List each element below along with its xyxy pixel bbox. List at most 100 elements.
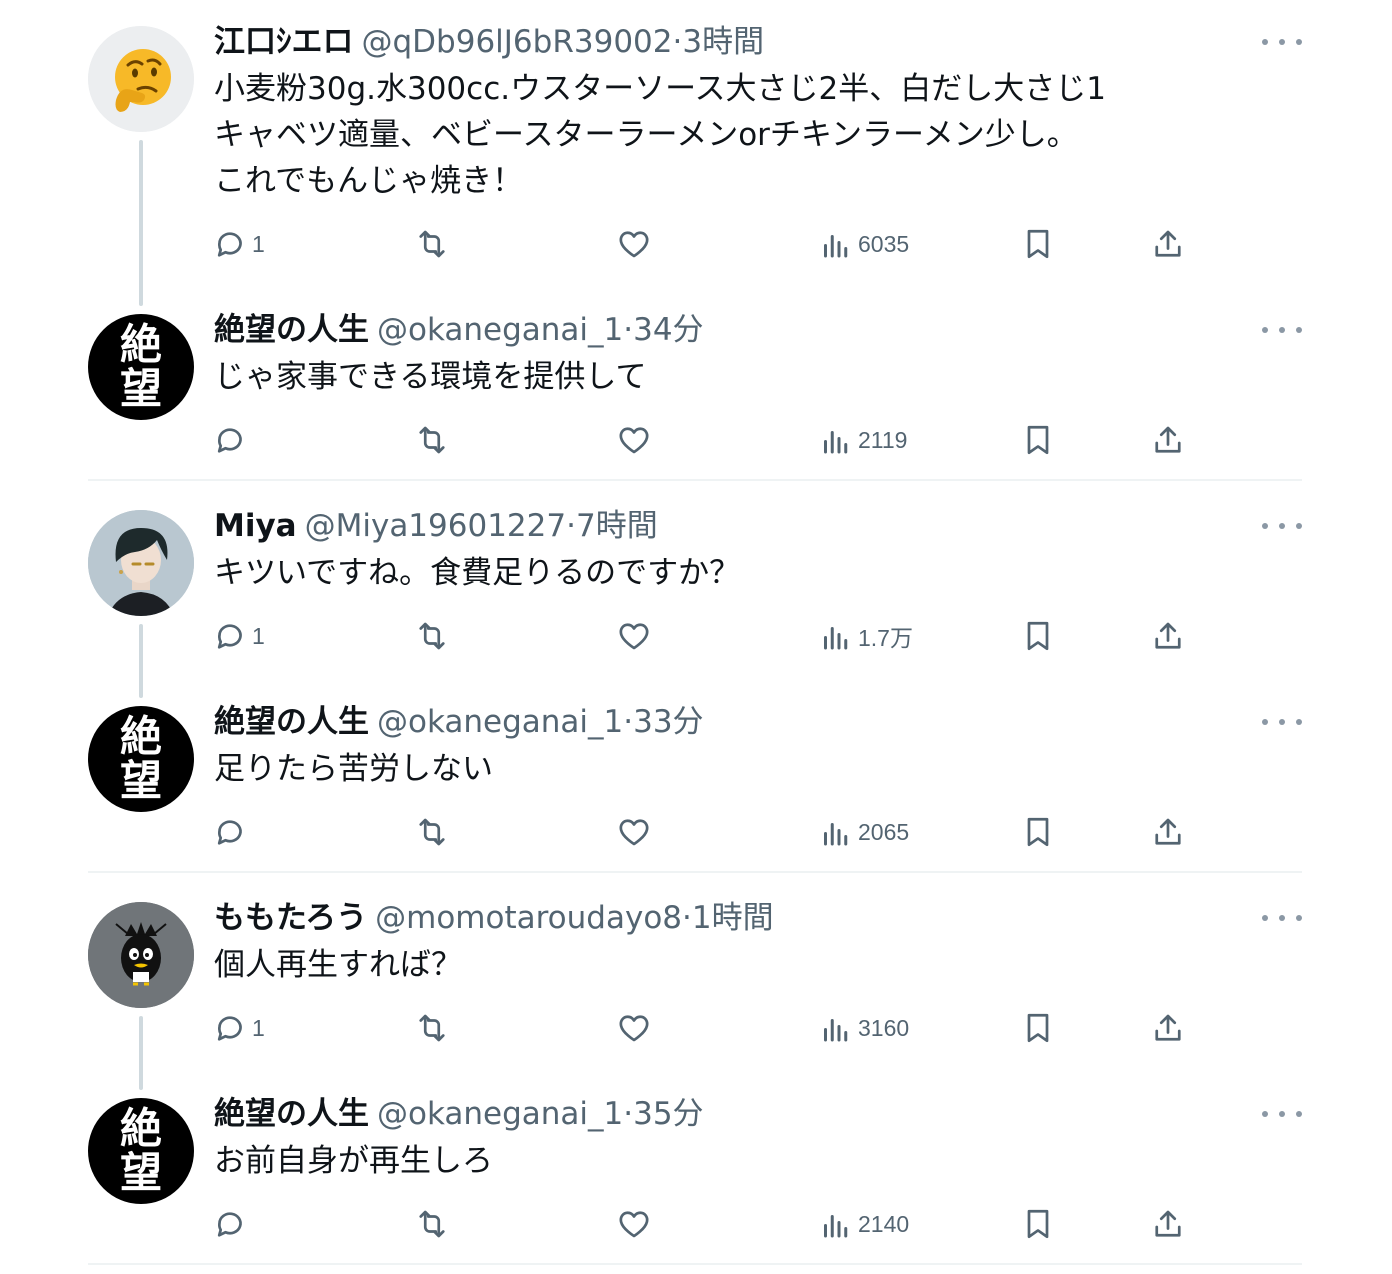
avatar[interactable]: 絶望: [88, 706, 194, 812]
display-name[interactable]: 絶望の人生: [214, 704, 369, 740]
user-handle[interactable]: @okaneganai_1: [377, 1096, 623, 1132]
bookmark-icon: [1027, 621, 1049, 651]
bookmark-button[interactable]: [1020, 1006, 1056, 1050]
action-bar: 1 6035: [0, 222, 1392, 266]
like-button[interactable]: [616, 222, 652, 266]
timestamp[interactable]: 34分: [633, 312, 703, 348]
timestamp[interactable]: 33分: [633, 704, 703, 740]
bookmark-button[interactable]: [1020, 418, 1056, 462]
timestamp[interactable]: 7時間: [576, 508, 658, 544]
separator: ·: [672, 24, 683, 60]
views-icon: [824, 235, 848, 258]
views-button[interactable]: 2140: [818, 1202, 909, 1246]
share-button[interactable]: [1150, 1202, 1186, 1246]
display-name[interactable]: 江口ｼエロ: [214, 24, 354, 60]
more-icon[interactable]: [1262, 904, 1302, 932]
conversation-divider: [88, 871, 1302, 873]
like-button[interactable]: [616, 810, 652, 854]
avatar[interactable]: [88, 902, 194, 1008]
reply-icon: [217, 1212, 242, 1237]
user-handle[interactable]: @okaneganai_1: [377, 704, 623, 740]
reply-icon: [217, 820, 242, 845]
tweet-text-line: 個人再生すれば？: [214, 947, 462, 983]
retweet-button[interactable]: [414, 810, 450, 854]
display-name[interactable]: Miya: [214, 508, 297, 544]
avatar[interactable]: [88, 510, 194, 616]
retweet-icon: [419, 818, 445, 846]
avatar[interactable]: [88, 26, 194, 132]
more-icon[interactable]: [1262, 28, 1302, 56]
view-count: 2119: [858, 426, 908, 453]
reply-button[interactable]: [212, 418, 252, 462]
like-button[interactable]: [616, 614, 652, 658]
more-icon[interactable]: [1262, 512, 1302, 540]
views-button[interactable]: 2119: [818, 418, 907, 462]
share-button[interactable]: [1150, 1006, 1186, 1050]
avatar-image: 絶望: [88, 314, 194, 420]
share-button[interactable]: [1150, 418, 1186, 462]
reply-button[interactable]: [212, 810, 252, 854]
reply-button[interactable]: 1: [212, 614, 265, 658]
reply-button[interactable]: [212, 1202, 252, 1246]
bookmark-button[interactable]: [1020, 614, 1056, 658]
display-name[interactable]: 絶望の人生: [214, 1096, 369, 1132]
user-handle[interactable]: @Miya19601227: [305, 508, 567, 544]
bookmark-icon: [1027, 1013, 1049, 1043]
retweet-button[interactable]: [414, 418, 450, 462]
more-icon[interactable]: [1262, 316, 1302, 344]
retweet-button[interactable]: [414, 614, 450, 658]
retweet-button[interactable]: [414, 1202, 450, 1246]
heart-icon: [619, 231, 649, 258]
more-icon[interactable]: [1262, 1100, 1302, 1128]
share-icon: [1155, 1014, 1181, 1041]
user-handle[interactable]: @okaneganai_1: [377, 312, 623, 348]
share-button[interactable]: [1150, 810, 1186, 854]
reply-feed: 江口ｼエロ @qDb96lJ6bR39002·3時間 小麦粉30g.水300cc.…: [0, 0, 1392, 1274]
tweet-text: お前自身が再生しろ: [214, 1138, 493, 1184]
share-icon: [1155, 818, 1181, 845]
views-button[interactable]: 2065: [818, 810, 909, 854]
display-name[interactable]: 絶望の人生: [214, 312, 369, 348]
bookmark-button[interactable]: [1020, 810, 1056, 854]
bookmark-button[interactable]: [1020, 222, 1056, 266]
action-bar: 1 1.7万: [0, 614, 1392, 658]
tweet-text-line: じゃ家事できる環境を提供して: [214, 359, 647, 395]
avatar-char: 絶: [119, 1104, 162, 1153]
share-icon: [1155, 230, 1181, 257]
share-button[interactable]: [1150, 222, 1186, 266]
timestamp[interactable]: 35分: [633, 1096, 703, 1132]
retweet-button[interactable]: [414, 222, 450, 266]
timestamp[interactable]: 1時間: [692, 900, 774, 936]
retweet-icon: [419, 426, 445, 454]
avatar[interactable]: 絶望: [88, 314, 194, 420]
user-handle[interactable]: @qDb96lJ6bR39002: [362, 24, 673, 60]
share-button[interactable]: [1150, 614, 1186, 658]
separator: ·: [623, 312, 634, 348]
views-button[interactable]: 6035: [818, 222, 909, 266]
reply-button[interactable]: 1: [212, 222, 265, 266]
heart-icon: [619, 819, 649, 846]
views-button[interactable]: 1.7万: [818, 614, 913, 658]
reply-button[interactable]: 1: [212, 1006, 265, 1050]
action-bar: 2140: [0, 1202, 1392, 1246]
view-count: 1.7万: [858, 625, 913, 651]
like-button[interactable]: [616, 418, 652, 462]
tweet-header: 絶望の人生 @okaneganai_1·34分: [214, 310, 704, 350]
views-icon: [824, 1215, 848, 1238]
views-button[interactable]: 3160: [818, 1006, 909, 1050]
action-bar: 1 3160: [0, 1006, 1392, 1050]
tweet-header: ももたろう @momotaroudayo8·1時間: [214, 898, 774, 938]
user-handle[interactable]: @momotaroudayo8: [375, 900, 682, 936]
view-count: 2140: [858, 1210, 910, 1237]
bookmark-button[interactable]: [1020, 1202, 1056, 1246]
retweet-icon: [419, 622, 445, 650]
timestamp[interactable]: 3時間: [682, 24, 764, 60]
like-button[interactable]: [616, 1202, 652, 1246]
conversation-divider: [88, 479, 1302, 481]
avatar[interactable]: 絶望: [88, 1098, 194, 1204]
like-button[interactable]: [616, 1006, 652, 1050]
more-icon[interactable]: [1262, 708, 1302, 736]
view-count: 6035: [858, 230, 910, 257]
display-name[interactable]: ももたろう: [214, 900, 367, 936]
retweet-button[interactable]: [414, 1006, 450, 1050]
